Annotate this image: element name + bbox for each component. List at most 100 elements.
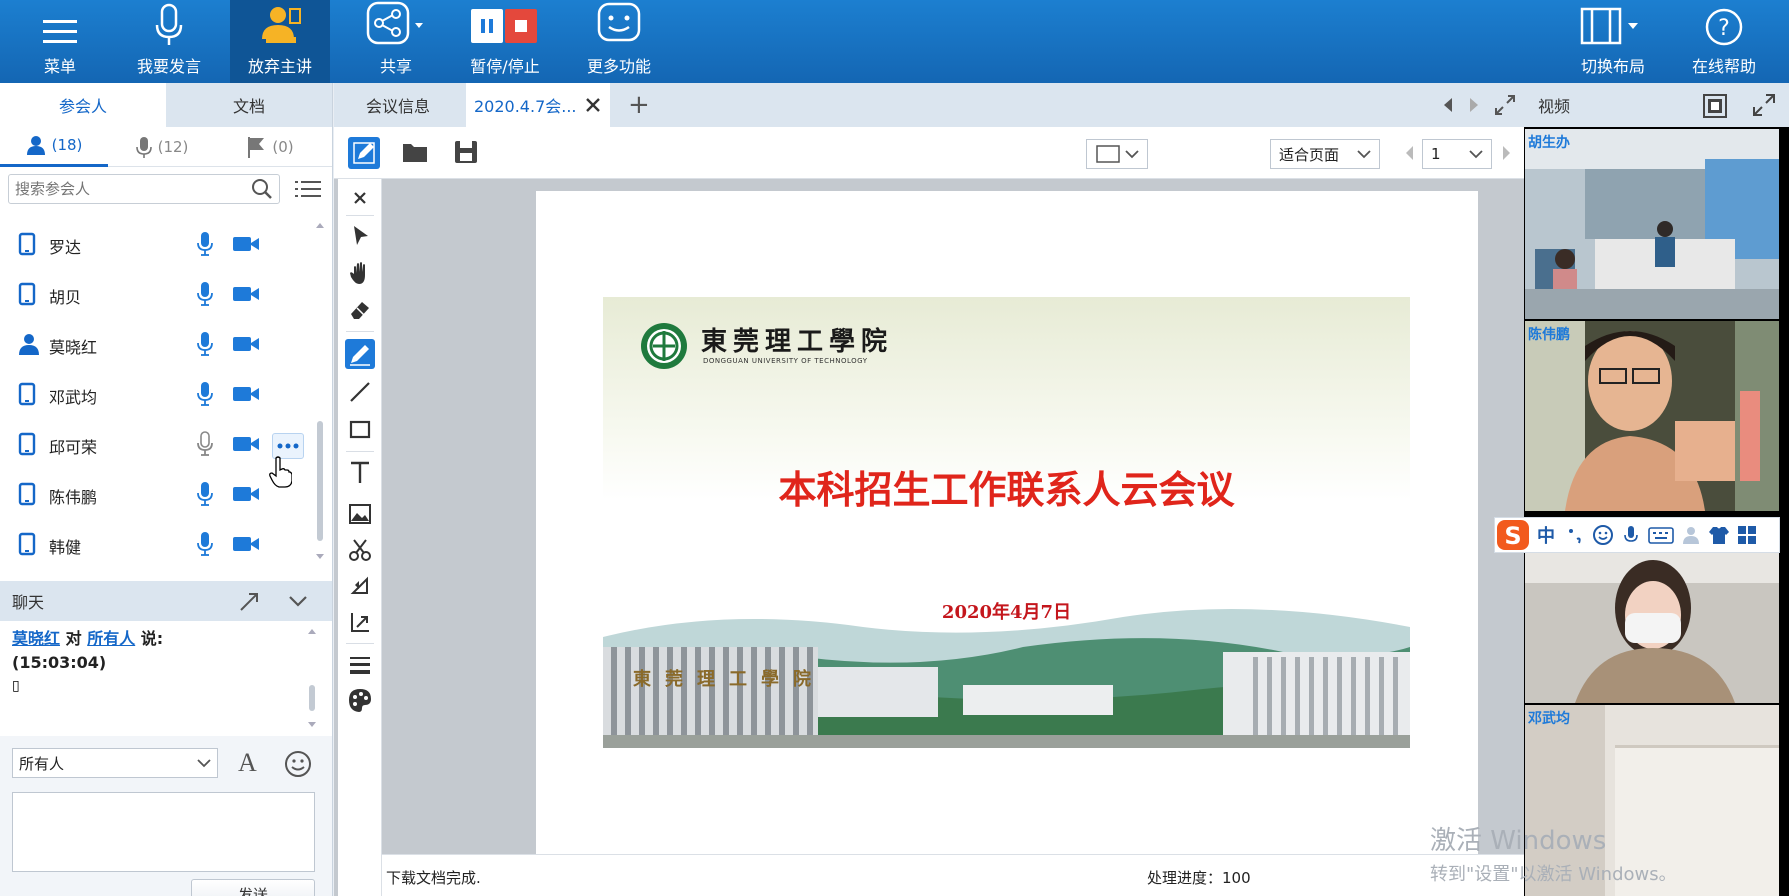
fullscreen-icon[interactable] <box>1494 94 1516 116</box>
pointer-icon[interactable] <box>345 221 375 251</box>
participant-mic-toggle[interactable] <box>196 281 214 311</box>
expand-icon[interactable] <box>1752 93 1776 117</box>
speak-button[interactable]: 我要发言 <box>126 0 212 83</box>
chat-message-input[interactable] <box>12 792 315 872</box>
video-feed-2[interactable]: 陈伟鹏 <box>1525 321 1779 511</box>
close-toolbar-icon[interactable] <box>345 183 375 213</box>
hand-icon[interactable] <box>345 258 375 288</box>
close-icon[interactable] <box>584 96 602 114</box>
send-button[interactable]: 发送 <box>191 879 315 896</box>
tab-documents[interactable]: 文档 <box>166 83 332 127</box>
chat-scrollbar[interactable] <box>308 627 316 727</box>
next-tab-icon[interactable] <box>1468 96 1480 114</box>
zoom-select[interactable]: 适合页面 <box>1270 139 1380 169</box>
participant-camera-toggle[interactable] <box>232 434 260 458</box>
tab-meeting-info[interactable]: 会议信息 <box>334 83 466 127</box>
next-page-icon[interactable] <box>1502 145 1512 161</box>
popout-icon[interactable] <box>238 591 260 613</box>
punctuation-icon[interactable] <box>1563 523 1587 547</box>
voice-input-icon[interactable] <box>1619 523 1643 547</box>
ime-mode[interactable]: 中 <box>1537 522 1555 548</box>
search-icon[interactable] <box>251 178 273 200</box>
participant-camera-toggle[interactable] <box>232 334 260 358</box>
eraser-icon[interactable] <box>345 295 375 325</box>
annotate-button[interactable] <box>348 137 380 169</box>
save-icon[interactable] <box>452 137 480 167</box>
tab-document-file[interactable]: 2020.4.7会... <box>466 83 610 127</box>
text-tool-icon[interactable] <box>345 457 375 487</box>
more-functions-button[interactable]: 更多功能 <box>578 0 660 83</box>
scissors-icon[interactable] <box>345 535 375 565</box>
participant-row[interactable]: 陈伟鹏 <box>0 471 310 521</box>
chat-scroll-thumb[interactable] <box>309 685 315 711</box>
keyboard-icon[interactable] <box>1647 523 1675 547</box>
participant-mic-toggle[interactable] <box>196 531 214 561</box>
chat-target-select[interactable]: 所有人 <box>12 748 218 778</box>
participant-row[interactable]: 韩健 <box>0 521 310 571</box>
search-input[interactable] <box>15 180 251 198</box>
participant-row[interactable]: 胡贝 <box>0 271 310 321</box>
chat-sender[interactable]: 莫晓红 <box>12 629 60 648</box>
emoji-icon[interactable] <box>1591 523 1615 547</box>
folder-icon[interactable] <box>400 137 430 167</box>
chevron-down-icon[interactable] <box>288 593 308 609</box>
filter-all-people[interactable]: (18) <box>0 127 108 167</box>
add-tab-button[interactable]: + <box>610 83 662 127</box>
prev-page-icon[interactable] <box>1404 145 1414 161</box>
video-feed-1[interactable]: 胡生办 <box>1525 129 1779 319</box>
skin-icon[interactable] <box>1707 523 1731 547</box>
tab-participants[interactable]: 参会人 <box>0 83 166 127</box>
scroll-down-icon[interactable] <box>316 553 324 561</box>
give-up-presenter-button[interactable]: 放弃主讲 <box>230 0 330 83</box>
share-button[interactable]: 共享 <box>356 0 436 83</box>
scroll-up-icon[interactable] <box>308 627 316 635</box>
document-canvas[interactable]: 東莞理工學院 DONGGUAN UNIVERSITY OF TECHNOLOGY… <box>382 179 1524 854</box>
participant-mic-toggle[interactable] <box>196 481 214 511</box>
participant-row[interactable]: 罗达 <box>0 221 310 271</box>
undo-icon[interactable] <box>345 571 375 601</box>
participant-row[interactable]: 邓武均 <box>0 371 310 421</box>
line-width-icon[interactable] <box>345 649 375 679</box>
participant-camera-toggle[interactable] <box>232 284 260 308</box>
participant-camera-toggle[interactable] <box>232 484 260 508</box>
toolbox-icon[interactable] <box>1735 523 1759 547</box>
redo-icon[interactable] <box>345 607 375 637</box>
participant-mic-toggle[interactable] <box>196 331 214 361</box>
image-icon[interactable] <box>345 499 375 529</box>
online-help-button[interactable]: ? 在线帮助 <box>1682 0 1766 83</box>
microphone-icon <box>197 532 213 556</box>
scroll-down-icon[interactable] <box>308 721 316 729</box>
color-palette-icon[interactable] <box>345 685 375 715</box>
filter-mic[interactable]: (12) <box>108 127 216 167</box>
font-style-button[interactable]: A <box>238 748 257 778</box>
filter-raised-hand[interactable]: (0) <box>216 127 324 167</box>
user-icon[interactable] <box>1679 523 1703 547</box>
participant-camera-toggle[interactable] <box>232 534 260 558</box>
video-settings-icon[interactable] <box>1702 93 1728 119</box>
list-view-icon[interactable] <box>294 178 322 200</box>
scroll-up-icon[interactable] <box>316 221 324 229</box>
pause-stop-button[interactable]: 暂停/停止 <box>460 0 550 83</box>
participant-scroll-thumb[interactable] <box>317 421 323 541</box>
rectangle-tool-icon[interactable] <box>345 414 375 444</box>
participant-row[interactable]: 邱可荣 <box>0 421 310 471</box>
participant-scrollbar[interactable] <box>316 221 324 561</box>
ime-toolbar[interactable]: S 中 <box>1494 517 1780 553</box>
participant-camera-toggle[interactable] <box>232 234 260 258</box>
line-icon[interactable] <box>345 377 375 407</box>
page-select[interactable]: 1 <box>1422 139 1492 169</box>
video-feed-3[interactable] <box>1525 553 1779 703</box>
pen-tool[interactable] <box>345 339 375 369</box>
participant-mic-toggle[interactable] <box>196 431 214 461</box>
document-page[interactable]: 東莞理工學院 DONGGUAN UNIVERSITY OF TECHNOLOGY… <box>536 191 1478 854</box>
chat-receiver[interactable]: 所有人 <box>87 629 135 648</box>
participant-camera-toggle[interactable] <box>232 384 260 408</box>
emoji-icon[interactable] <box>284 750 312 778</box>
menu-button[interactable]: 菜单 <box>18 0 102 83</box>
participant-row[interactable]: 莫晓红 <box>0 321 310 371</box>
participant-mic-toggle[interactable] <box>196 381 214 411</box>
participant-mic-toggle[interactable] <box>196 231 214 261</box>
border-style-select[interactable] <box>1086 139 1148 169</box>
prev-tab-icon[interactable] <box>1442 96 1454 114</box>
switch-layout-button[interactable]: 切换布局 <box>1568 0 1658 83</box>
